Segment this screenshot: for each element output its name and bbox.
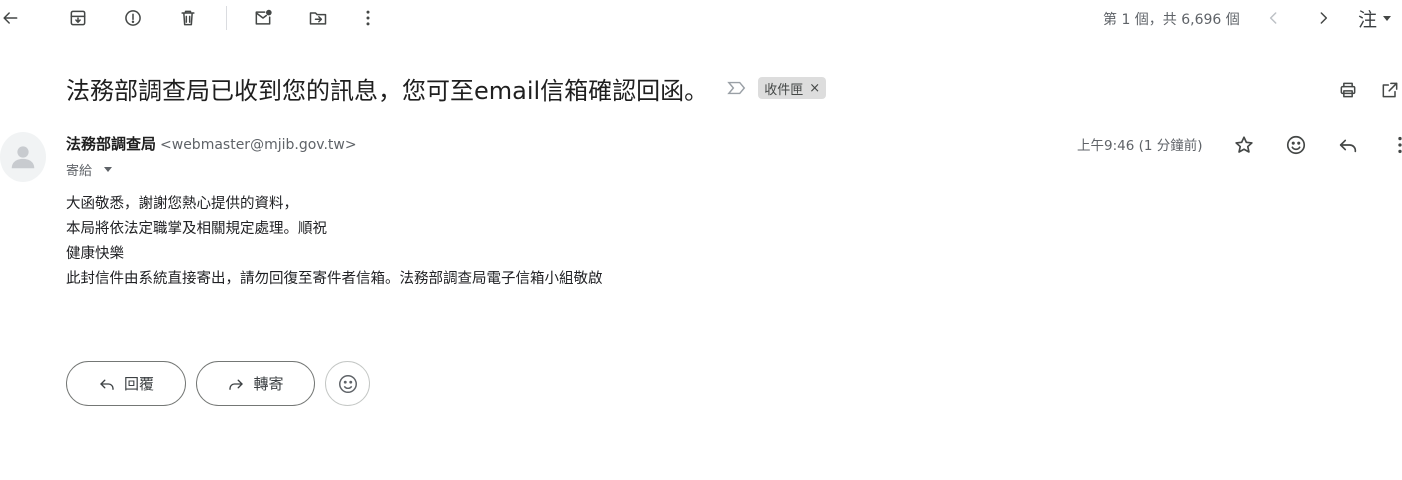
label-chip-inbox[interactable]: 收件匣 ×: [758, 77, 827, 99]
person-icon: [11, 146, 35, 169]
reply-icon: [100, 379, 114, 390]
move-to-button[interactable]: [302, 2, 334, 34]
label-chip-text: 收件匣: [764, 82, 804, 98]
reply-pill-button[interactable]: 回覆: [66, 361, 186, 406]
open-in-new-icon: [1382, 82, 1398, 98]
toolbar: 第 1 個，共 6,696 個 注: [0, 0, 1402, 36]
more-actions-button[interactable]: [352, 2, 384, 34]
star-button[interactable]: [1231, 132, 1257, 158]
open-new-window-button[interactable]: [1378, 78, 1402, 102]
caret-down-icon: [1383, 15, 1392, 21]
mark-unread-icon: [255, 9, 272, 25]
emoji-reaction-button[interactable]: [325, 361, 370, 406]
toolbar-divider: [226, 6, 227, 30]
email-meta: 上午9:46 (1 分鐘前): [1077, 132, 1203, 156]
chevron-left-icon: [1269, 12, 1277, 24]
more-vert-icon: [1398, 136, 1402, 154]
arrow-left-icon: [3, 12, 18, 24]
older-button[interactable]: [1307, 2, 1339, 34]
recipient-details-toggle[interactable]: 寄給: [66, 160, 113, 179]
archive-icon: [70, 10, 86, 26]
move-to-folder-icon: [309, 12, 327, 25]
sender-email: <webmaster@mjib.gov.tw>: [160, 137, 357, 153]
chevron-right-icon: [1320, 12, 1328, 24]
pager-count: 第 1 個，共 6,696 個: [1103, 12, 1240, 28]
body-line: 大函敬悉，謝謝您熱心提供的資料，: [66, 196, 298, 212]
print-button[interactable]: [1336, 78, 1360, 102]
subject-row: 法務部調查局已收到您的訊息，您可至email信箱確認回函。 收件匣 ×: [66, 68, 827, 108]
email-subject: 法務部調查局已收到您的訊息，您可至email信箱確認回函。: [66, 76, 709, 105]
input-tools-button[interactable]: 注: [1358, 4, 1392, 32]
message-actions: [1231, 132, 1402, 158]
report-spam-button[interactable]: [117, 2, 149, 34]
back-button[interactable]: [0, 2, 26, 34]
print-icon: [1340, 82, 1356, 98]
sender-line: 法務部調查局 <webmaster@mjib.gov.tw>: [66, 133, 357, 154]
body-line: 健康快樂: [66, 246, 124, 262]
archive-button[interactable]: [62, 2, 94, 34]
add-reaction-button[interactable]: [1283, 132, 1309, 158]
input-tools-label: 注: [1358, 8, 1378, 31]
email-body: 大函敬悉，謝謝您熱心提供的資料， 本局將依法定職掌及相關規定處理。順祝 健康快樂…: [66, 192, 603, 292]
mark-unread-button[interactable]: [247, 2, 279, 34]
reply-actions: 回覆 轉寄: [66, 361, 370, 406]
timestamp: 上午9:46 (1 分鐘前): [1077, 138, 1203, 154]
subject-actions: [1336, 78, 1402, 102]
body-line: 本局將依法定職掌及相關規定處理。順祝: [66, 221, 327, 237]
importance-marker-icon[interactable]: [726, 77, 748, 99]
reply-icon: [1339, 139, 1357, 153]
report-spam-icon: [125, 10, 141, 26]
newer-button[interactable]: [1258, 2, 1290, 34]
remove-label-icon[interactable]: ×: [809, 81, 820, 96]
emoji-icon: [1286, 135, 1306, 155]
emoji-icon: [338, 374, 357, 393]
more-vert-icon: [366, 10, 370, 26]
star-icon: [1235, 136, 1253, 153]
chevron-down-icon: [104, 167, 113, 172]
forward-label: 轉寄: [253, 375, 284, 393]
sender-name[interactable]: 法務部調查局: [66, 133, 156, 154]
more-options-button[interactable]: [1387, 132, 1402, 158]
avatar: [0, 132, 46, 182]
trash-icon: [181, 10, 195, 26]
reply-button[interactable]: [1335, 132, 1361, 158]
delete-button[interactable]: [172, 2, 204, 34]
forward-icon: [229, 379, 244, 390]
forward-pill-button[interactable]: 轉寄: [196, 361, 315, 406]
reply-label: 回覆: [123, 375, 154, 393]
recipient-label: 寄給: [66, 164, 93, 179]
body-line: 此封信件由系統直接寄出，請勿回復至寄件者信箱。法務部調查局電子信箱小組敬啟: [66, 271, 603, 287]
